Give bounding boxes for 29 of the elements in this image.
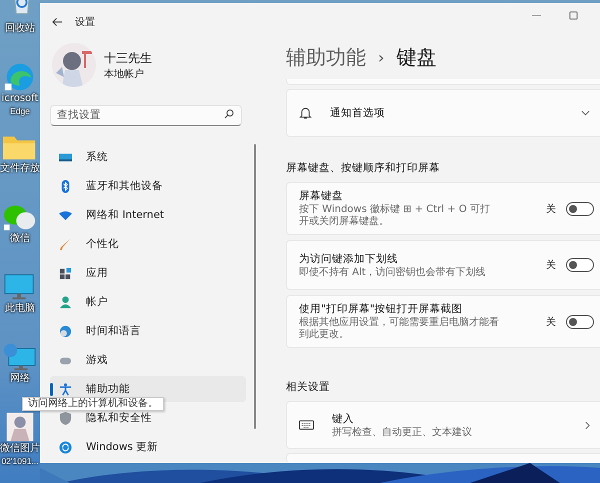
desktop-icon-label: icrosoft xyxy=(2,92,38,105)
account-name: 十三先生 xyxy=(104,50,152,66)
desktop-icon-label: 02'1091... xyxy=(1,455,39,468)
desktop-icon-label: Edge xyxy=(10,105,30,118)
window-title: 设置 xyxy=(75,16,95,29)
account-type: 本地帐户 xyxy=(104,68,145,80)
setting-title: 为访问键添加下划线 xyxy=(299,252,399,266)
desktop-icon-label: 此电脑 xyxy=(5,302,35,315)
setting-title: 通知首选项 xyxy=(330,106,385,120)
desktop-icon-label: 文件存放 xyxy=(0,162,40,175)
setting-description: 拼写检查、自动更正、文本建议 xyxy=(332,426,472,438)
setting-description: 即使不持有 Alt，访问密钥也会带有下划线 xyxy=(299,266,487,278)
setting-description: 根据其他应用设置，可能需要重启电脑才能看到此更改。 xyxy=(299,317,499,341)
desktop-icon-label: 网络 xyxy=(10,372,30,385)
setting-title: 使用"打印屏幕"按钮打开屏幕截图 xyxy=(299,302,464,316)
section-heading: 相关设置 xyxy=(286,380,331,394)
page-title: 键盘 xyxy=(396,44,436,70)
breadcrumb-separator: › xyxy=(378,48,384,66)
desktop-icon-label: 微信 xyxy=(10,232,30,245)
section-heading: 屏幕键盘、按键顺序和打印屏幕 xyxy=(286,161,441,175)
tooltip: 访问网络上的计算机和设备。 xyxy=(22,397,164,411)
toggle-state-label: 关 xyxy=(546,316,556,328)
desktop-icon-label: 微信图片 xyxy=(0,442,40,455)
setting-title: 屏幕键盘 xyxy=(299,189,344,203)
desktop-icon-label: 回收站 xyxy=(5,22,35,35)
setting-title: 键入 xyxy=(332,412,355,426)
setting-description: 按下 Windows 徽标键 ⊞ + Ctrl + O 可打开或关闭屏幕键盘。 xyxy=(299,204,491,228)
toggle-state-label: 关 xyxy=(546,258,556,272)
toggle-state-label: 关 xyxy=(546,202,556,216)
